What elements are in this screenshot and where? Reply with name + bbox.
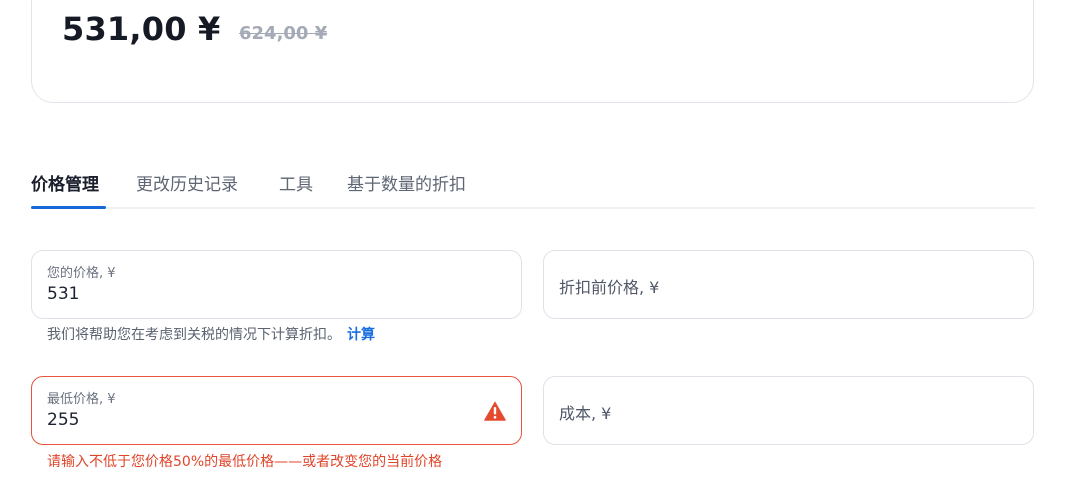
min-price-label: 最低价格, ¥: [47, 392, 116, 407]
your-price-value[interactable]: 531: [47, 284, 79, 304]
active-tab-indicator: [31, 206, 106, 209]
price-before-discount-field[interactable]: 折扣前价格, ¥: [543, 250, 1034, 319]
your-price-field[interactable]: 您的价格, ¥ 531: [31, 250, 522, 319]
discount-hint-text: 我们将帮助您在考虑到关税的情况下计算折扣。: [47, 327, 341, 343]
min-price-field[interactable]: 最低价格, ¥ 255: [31, 376, 522, 445]
tab-quantity-discount[interactable]: 基于数量的折扣: [347, 170, 466, 195]
price-before-discount-label: 折扣前价格, ¥: [559, 278, 660, 297]
min-price-error-message: 请输入不低于您价格50%的最低价格——或者改变您的当前价格: [47, 454, 443, 470]
tab-bar: 价格管理 更改历史记录 工具 基于数量的折扣: [31, 162, 1035, 209]
cost-label: 成本, ¥: [559, 404, 612, 423]
tab-tools[interactable]: 工具: [279, 170, 313, 195]
tab-change-history[interactable]: 更改历史记录: [136, 170, 238, 195]
calculate-link[interactable]: 计算: [347, 327, 375, 343]
cost-field[interactable]: 成本, ¥: [543, 376, 1034, 445]
warning-icon: [484, 401, 506, 421]
min-price-value[interactable]: 255: [47, 410, 79, 430]
your-price-label: 您的价格, ¥: [47, 266, 116, 281]
tab-price-management[interactable]: 价格管理: [31, 170, 99, 195]
current-price: 531,00 ¥: [62, 10, 221, 48]
discount-hint: 我们将帮助您在考虑到关税的情况下计算折扣。 计算: [47, 324, 375, 344]
old-price: 624,00 ¥: [239, 23, 328, 44]
